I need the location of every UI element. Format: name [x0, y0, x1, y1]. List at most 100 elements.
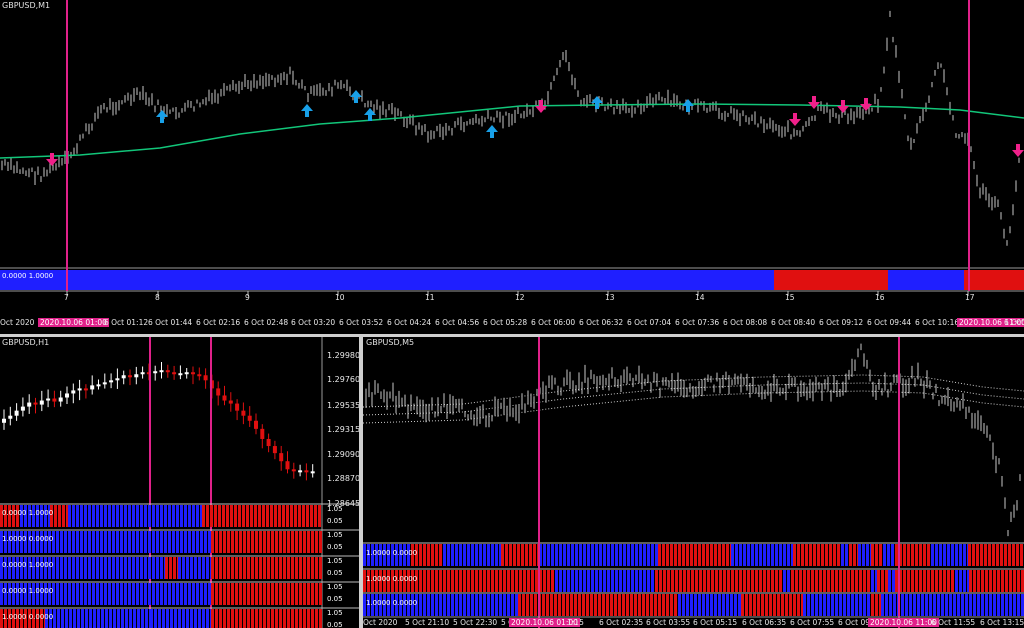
m5-indicator-bar	[522, 594, 525, 616]
m5-indicator-bar	[797, 594, 800, 616]
m5-time-tick: 2020.10.06 11:00	[868, 618, 939, 627]
time-tick-label: 6 Oct 06:32	[579, 318, 624, 327]
h1-indicator-bar	[295, 557, 298, 579]
h1-indicator-bar	[215, 609, 218, 628]
m5-indicator-bar	[1000, 544, 1003, 566]
h1-indicator-bar	[242, 505, 245, 527]
m5-indicator-bar	[767, 544, 770, 566]
m5-indicator-bar	[993, 594, 996, 616]
h1-indicator-bar	[176, 583, 179, 605]
m5-indicator-bar	[885, 570, 888, 592]
h1-indicator-bar	[133, 609, 136, 628]
h1-price-tick: 1.29535	[327, 401, 359, 410]
h1-candle-body	[153, 371, 158, 374]
m5-indicator-bar	[463, 594, 466, 616]
h1-indicator-bar	[56, 583, 59, 605]
h1-indicator-bar	[176, 531, 179, 553]
h1-indicator-bar	[215, 531, 218, 553]
m5-indicator-bar	[579, 570, 582, 592]
m5-indicator-bar	[945, 594, 948, 616]
m5-indicator-bar	[451, 570, 454, 592]
m5-indicator-bar	[759, 570, 762, 592]
m5-indicator-bar	[487, 544, 490, 566]
m5-indicator-bar	[843, 570, 846, 592]
m5-indicator-bar	[739, 570, 742, 592]
m5-indicator-bar	[518, 594, 521, 616]
m5-indicator-bar	[519, 570, 522, 592]
m5-indicator-bar	[679, 570, 682, 592]
m5-indicator-bar	[503, 570, 506, 592]
trend-bar-segment	[774, 270, 888, 290]
m5-indicator-bar	[823, 594, 826, 616]
m5-indicator-bar	[923, 544, 926, 566]
m5-indicator-bar	[655, 544, 658, 566]
h1-indicator-bar	[275, 557, 278, 579]
m5-indicator-bar	[847, 594, 850, 616]
top-chart-window[interactable]: GBPUSD,M1 0.0000 1.0000 7 8 9 10 11 12 13 14 15 1…	[0, 0, 1024, 334]
m5-indicator-bar	[787, 570, 790, 592]
h1-candle-body	[109, 380, 114, 383]
buy-arrow-icon	[682, 99, 694, 112]
h1-indicator-bar	[92, 505, 95, 527]
m5-indicator-bar	[598, 594, 601, 616]
h1-indicator-bar	[291, 583, 294, 605]
m5-indicator-bar	[957, 594, 960, 616]
m5-indicator-bar	[755, 544, 758, 566]
m5-indicator-bar	[887, 544, 890, 566]
hour-tick-label: 11	[425, 293, 435, 302]
h1-chart-window[interactable]: GBPUSD,H1 1.29980 1.29760 1.29535 1.29315 1.…	[0, 337, 359, 628]
h1-indicator-bar	[144, 505, 147, 527]
h1-indicator-bar	[259, 557, 262, 579]
m5-indicator-bar	[574, 594, 577, 616]
m5-chart-window[interactable]: GBPUSD,M5 1.0000 0.0000 1.0000 0.0000 1.00…	[363, 337, 1024, 628]
m5-indicator-bar	[603, 570, 606, 592]
m5-indicator-bar	[1009, 570, 1012, 592]
h1-indicator-bar	[275, 531, 278, 553]
m5-indicator-bar	[835, 570, 838, 592]
buy-arrow-icon	[156, 110, 168, 123]
h1-indicator-bar	[283, 557, 286, 579]
m5-indicator-bar	[483, 594, 486, 616]
h1-candle-body	[304, 470, 309, 473]
h1-indicator-bar	[210, 505, 213, 527]
h1-indicator-bar	[129, 609, 132, 628]
h1-indicator-bar	[223, 557, 226, 579]
h1-indicator-bar	[214, 505, 217, 527]
m5-indicator-bar	[627, 570, 630, 592]
m5-indicator-bar	[757, 594, 760, 616]
m5-indicator-bar	[427, 544, 430, 566]
h1-indicator-bar	[186, 557, 189, 579]
h1-indicator-bar	[56, 531, 59, 553]
m5-indicator-bar	[521, 544, 524, 566]
h1-indicator-bar	[100, 531, 103, 553]
m5-indicator-bar	[941, 594, 944, 616]
h1-indicator-bar	[64, 531, 67, 553]
h1-indicator-bar	[275, 583, 278, 605]
m5-indicator-bar	[1020, 544, 1023, 566]
h1-indicator-bar	[188, 583, 191, 605]
h1-indicator-bar	[117, 609, 120, 628]
h1-indicator-bar	[223, 531, 226, 553]
h1-candle-body	[58, 397, 63, 402]
m5-indicator-bar	[827, 570, 830, 592]
m5-indicator-bar	[859, 570, 862, 592]
h1-price-tick: 1.29315	[327, 425, 359, 434]
m5-indicator-bar	[771, 570, 774, 592]
m5-indicator-bar	[925, 594, 928, 616]
m5-indicator-bar	[491, 544, 494, 566]
m5-indicator-bar	[867, 594, 870, 616]
h1-indicator-bar	[243, 609, 246, 628]
m5-indicator-bar	[447, 544, 450, 566]
h1-indicator-bar	[108, 505, 111, 527]
m5-indicator-bar	[546, 594, 549, 616]
h1-indicator-bar	[100, 505, 103, 527]
m5-indicator-bar	[845, 544, 848, 566]
h1-indicator-bar	[116, 583, 119, 605]
h1-price-tick: 1.29090	[327, 450, 359, 459]
h1-indicator-bar	[54, 505, 57, 527]
h1-indicator-bar	[76, 531, 79, 553]
h1-indicator-bar	[200, 531, 203, 553]
m5-indicator-bar	[755, 570, 758, 592]
m5-indicator-bar	[927, 544, 930, 566]
h1-indicator-bar	[227, 583, 230, 605]
